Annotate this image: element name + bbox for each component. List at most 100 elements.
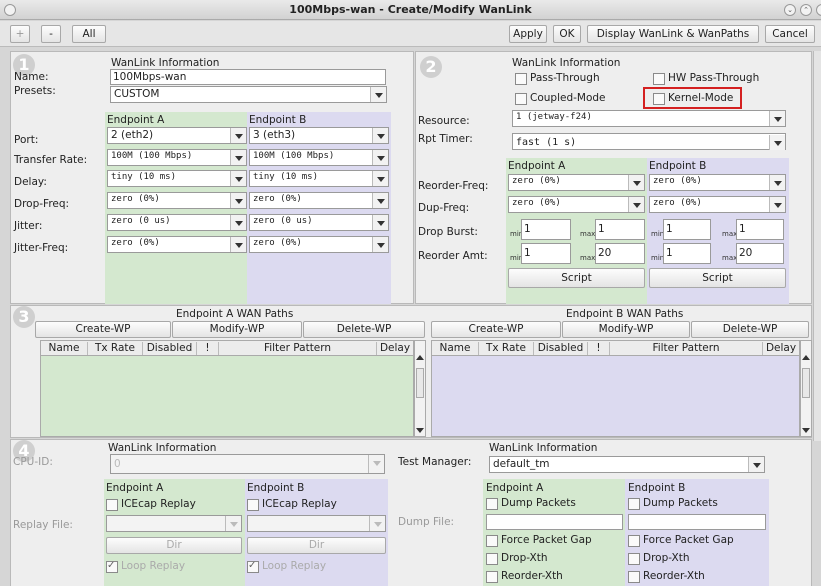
dir-a-button[interactable]: Dir [106, 537, 242, 554]
delete-wp-a-button[interactable]: Delete-WP [303, 321, 425, 338]
wan-paths-b-table-body[interactable] [431, 356, 800, 437]
modify-wp-b-button[interactable]: Modify-WP [562, 321, 690, 338]
close-icon[interactable] [816, 4, 821, 16]
reorder-amt-a-min-input[interactable]: 1 [521, 243, 571, 264]
dump-packets-a-checkbox[interactable]: Dump Packets [486, 497, 576, 510]
col-delay[interactable]: Delay [763, 342, 799, 355]
reorder-freq-a-select[interactable]: zero (0%) [508, 174, 645, 191]
col-name[interactable]: Name [41, 342, 88, 355]
create-wp-b-button[interactable]: Create-WP [431, 321, 561, 338]
transfer-rate-b-select[interactable]: 100M (100 Mbps) [249, 149, 389, 166]
jitter-b-select[interactable]: zero (0 us) [249, 214, 389, 231]
panel-header: WanLink Information [512, 57, 621, 69]
dump-file-label: Dump File: [398, 516, 455, 528]
icecap-replay-b-checkbox[interactable]: ICEcap Replay [247, 498, 337, 511]
coupled-mode-checkbox[interactable]: Coupled-Mode [515, 92, 606, 105]
script-b-button[interactable]: Script [649, 268, 786, 288]
delay-b-select[interactable]: tiny (10 ms) [249, 170, 389, 187]
transfer-rate-a-select[interactable]: 100M (100 Mbps) [107, 149, 247, 166]
maximize-icon[interactable]: ⌃ [800, 4, 812, 16]
remove-button[interactable]: - [41, 25, 61, 43]
drop-xth-a-checkbox[interactable]: Drop-Xth [486, 552, 548, 565]
drop-burst-b-min-input[interactable]: 1 [663, 219, 711, 240]
icecap-replay-a-checkbox[interactable]: ICEcap Replay [106, 498, 196, 511]
pass-through-checkbox[interactable]: Pass-Through [515, 72, 600, 85]
force-packet-gap-a-checkbox[interactable]: Force Packet Gap [486, 534, 592, 547]
wan-paths-a-scrollbar[interactable] [414, 340, 426, 437]
resource-select[interactable]: 1 (jetway-f24) [512, 110, 786, 127]
col-bang[interactable]: ! [588, 342, 610, 355]
cancel-button[interactable]: Cancel [765, 25, 815, 43]
col-bang[interactable]: ! [197, 342, 219, 355]
transfer-rate-label: Transfer Rate: [14, 154, 88, 166]
port-b-select[interactable]: 3 (eth3) [249, 127, 389, 144]
dump-file-b-input[interactable] [628, 514, 766, 530]
drop-burst-b-max-input[interactable]: 1 [736, 219, 784, 240]
drop-freq-a-select[interactable]: zero (0%) [107, 192, 247, 209]
create-wp-a-button[interactable]: Create-WP [35, 321, 171, 338]
scroll-up-icon[interactable] [802, 355, 810, 360]
drop-freq-b-select[interactable]: zero (0%) [249, 192, 389, 209]
wan-paths-a-table-body[interactable] [40, 356, 414, 437]
delete-wp-b-button[interactable]: Delete-WP [691, 321, 809, 338]
reorder-freq-b-select[interactable]: zero (0%) [649, 174, 786, 191]
reorder-amt-b-max-input[interactable]: 20 [736, 243, 784, 264]
scroll-up-icon[interactable] [416, 355, 424, 360]
col-disabled[interactable]: Disabled [143, 342, 197, 355]
dump-packets-b-checkbox[interactable]: Dump Packets [628, 497, 718, 510]
display-wanlink-button[interactable]: Display WanLink & WanPaths [587, 25, 759, 43]
port-a-select[interactable]: 2 (eth2) [107, 127, 247, 144]
dup-freq-b-select[interactable]: zero (0%) [649, 196, 786, 213]
col-name[interactable]: Name [432, 342, 479, 355]
col-filter-pattern[interactable]: Filter Pattern [219, 342, 377, 355]
minimize-icon[interactable]: ⌄ [784, 4, 796, 16]
jitter-a-select[interactable]: zero (0 us) [107, 214, 247, 231]
force-packet-gap-b-checkbox[interactable]: Force Packet Gap [628, 534, 734, 547]
scroll-thumb[interactable] [416, 368, 424, 398]
drop-burst-a-max-input[interactable]: 1 [595, 219, 645, 240]
delay-label: Delay: [14, 176, 47, 188]
drop-xth-b-checkbox[interactable]: Drop-Xth [628, 552, 690, 565]
name-input[interactable]: 100Mbps-wan [110, 69, 386, 85]
toolbar: + - All Apply OK Display WanLink & WanPa… [0, 21, 821, 47]
endpoint-b-label: Endpoint B [628, 482, 686, 494]
col-tx-rate[interactable]: Tx Rate [479, 342, 534, 355]
replay-file-b-select[interactable] [247, 515, 386, 532]
col-tx-rate[interactable]: Tx Rate [88, 342, 143, 355]
script-a-button[interactable]: Script [508, 268, 645, 288]
all-button[interactable]: All [72, 25, 106, 43]
scroll-thumb[interactable] [802, 368, 810, 398]
jitter-freq-a-select[interactable]: zero (0%) [107, 236, 247, 253]
col-filter-pattern[interactable]: Filter Pattern [610, 342, 763, 355]
presets-select[interactable]: CUSTOM [110, 86, 387, 103]
wan-paths-b-scrollbar[interactable] [800, 340, 812, 437]
drop-burst-a-min-input[interactable]: 1 [521, 219, 571, 240]
jitter-freq-b-select[interactable]: zero (0%) [249, 236, 389, 253]
loop-replay-a-checkbox[interactable]: Loop Replay [106, 559, 185, 573]
port-label: Port: [14, 134, 39, 146]
col-delay[interactable]: Delay [377, 342, 413, 355]
reorder-amt-a-max-input[interactable]: 20 [595, 243, 645, 264]
hw-pass-through-checkbox[interactable]: HW Pass-Through [653, 72, 759, 85]
reorder-xth-b-checkbox[interactable]: Reorder-Xth [628, 570, 705, 583]
window-scrollbar[interactable] [813, 51, 821, 441]
delay-a-select[interactable]: tiny (10 ms) [107, 170, 247, 187]
apply-button[interactable]: Apply [509, 25, 547, 43]
add-button[interactable]: + [10, 25, 30, 43]
reorder-amt-b-min-input[interactable]: 1 [663, 243, 711, 264]
rpt-timer-select[interactable]: fast (1 s) [512, 133, 786, 150]
loop-replay-b-checkbox[interactable]: Loop Replay [247, 559, 326, 573]
test-manager-select[interactable]: default_tm [489, 456, 765, 473]
scroll-down-icon[interactable] [802, 428, 810, 433]
reorder-xth-a-checkbox[interactable]: Reorder-Xth [486, 570, 563, 583]
ok-button[interactable]: OK [553, 25, 581, 43]
cpu-id-select[interactable]: 0 [110, 454, 385, 474]
dup-freq-a-select[interactable]: zero (0%) [508, 196, 645, 213]
modify-wp-a-button[interactable]: Modify-WP [172, 321, 302, 338]
replay-file-a-select[interactable] [106, 515, 242, 532]
dir-b-button[interactable]: Dir [247, 537, 386, 554]
dump-file-a-input[interactable] [486, 514, 623, 530]
scroll-down-icon[interactable] [416, 428, 424, 433]
col-disabled[interactable]: Disabled [534, 342, 588, 355]
replay-file-label: Replay File: [13, 519, 73, 531]
